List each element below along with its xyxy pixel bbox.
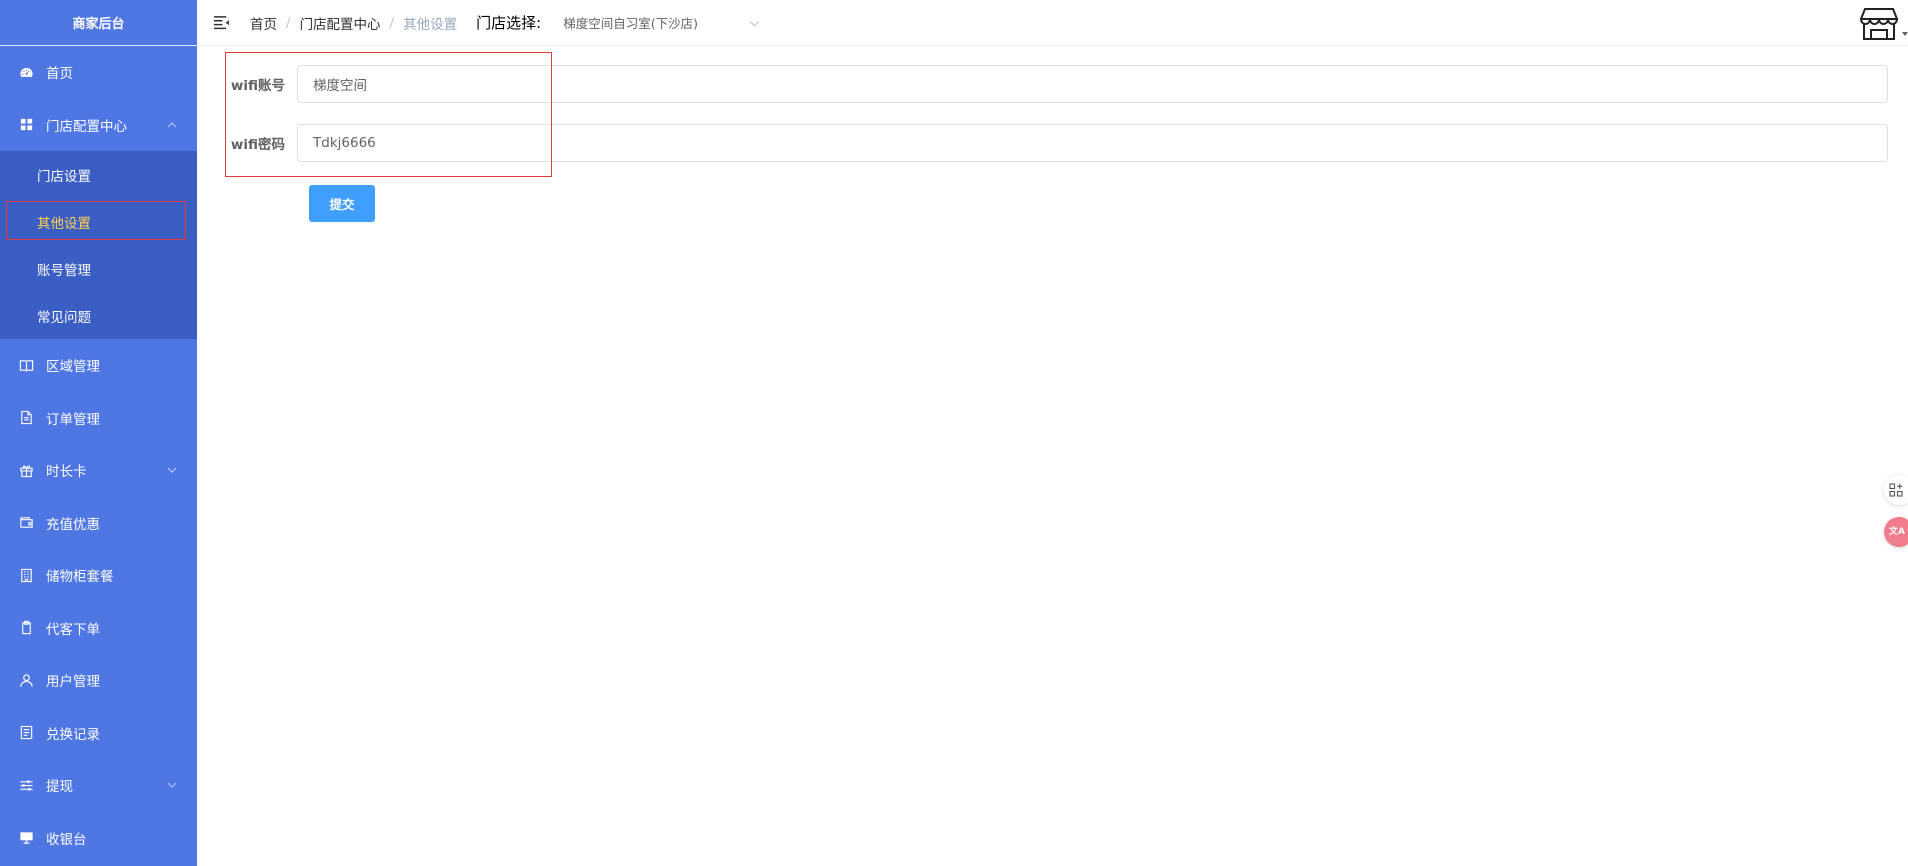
list-icon (18, 725, 34, 741)
form-row-wifi-account: wifi账号 (226, 65, 1888, 103)
menu-toggle-icon[interactable] (213, 14, 231, 32)
store-select[interactable]: 梯度空间自习室(下沙店) (553, 9, 768, 37)
sidebar-item-home[interactable]: 首页 (0, 46, 197, 99)
chevron-down-icon (167, 467, 177, 474)
breadcrumb-home[interactable]: 首页 (250, 13, 277, 33)
store-select-value: 梯度空间自习室(下沙店) (563, 16, 698, 31)
store-avatar-icon[interactable] (1860, 6, 1898, 42)
sidebar-item-label: 代客下单 (46, 621, 100, 638)
sidebar-item-area-management[interactable]: 区域管理 (0, 339, 197, 392)
book-icon (18, 357, 34, 373)
wifi-account-input[interactable] (297, 65, 1888, 103)
sidebar-subitem-store-settings[interactable]: 门店设置 (0, 151, 197, 198)
sidebar-item-user-management[interactable]: 用户管理 (0, 654, 197, 707)
translate-text: 文A (1889, 526, 1905, 537)
grid-icon (18, 117, 34, 133)
sidebar-item-store-config[interactable]: 门店配置中心 (0, 99, 197, 152)
monitor-icon (18, 830, 34, 846)
gift-icon (18, 462, 34, 478)
sidebar-subitem-faq[interactable]: 常见问题 (0, 292, 197, 339)
sidebar-item-label: 收银台 (46, 831, 87, 848)
wifi-password-input[interactable] (297, 124, 1888, 162)
sidebar-item-withdraw[interactable]: 提现 (0, 759, 197, 812)
document-icon (18, 410, 34, 426)
sidebar-item-order-management[interactable]: 订单管理 (0, 392, 197, 445)
sidebar: 商家后台 首页 门店配置中心 门店设置 其他设置 账号管理 常见问题 区域管理 … (0, 0, 197, 866)
wifi-account-label: wifi账号 (230, 78, 285, 94)
wifi-password-label: wifi密码 (230, 137, 285, 153)
store-select-label: 门店选择: (476, 14, 542, 32)
chevron-down-icon (167, 782, 177, 789)
sidebar-item-label: 订单管理 (46, 411, 100, 428)
chevron-down-icon (749, 20, 760, 27)
sidebar-item-label: 区域管理 (46, 359, 100, 376)
sidebar-item-label: 门店配置中心 (46, 118, 127, 135)
sidebar-item-recharge-discount[interactable]: 充值优惠 (0, 497, 197, 550)
sidebar-item-proxy-order[interactable]: 代客下单 (0, 602, 197, 655)
user-icon (18, 672, 34, 688)
sidebar-item-label: 兑换记录 (46, 726, 100, 743)
building-icon (18, 567, 34, 583)
form-row-wifi-password: wifi密码 (226, 124, 1888, 162)
sidebar-item-redeem-records[interactable]: 兑换记录 (0, 707, 197, 760)
clipboard-icon (18, 620, 34, 636)
sidebar-subitem-account-management[interactable]: 账号管理 (0, 245, 197, 292)
sidebar-item-label: 储物柜套餐 (46, 569, 114, 586)
sidebar-item-label: 提现 (46, 779, 73, 796)
sidebar-item-label: 用户管理 (46, 674, 100, 691)
submenu-store-config: 门店设置 其他设置 账号管理 常见问题 (0, 151, 197, 339)
chevron-up-icon (167, 121, 177, 128)
breadcrumb-current: 其他设置 (403, 16, 458, 33)
sidebar-item-label: 充值优惠 (46, 516, 100, 533)
dashboard-icon (18, 64, 34, 80)
top-header: 首页 / 门店配置中心 / 其他设置 门店选择: 梯度空间自习室(下沙店) (197, 0, 1908, 46)
sidebar-subitem-other-settings[interactable]: 其他设置 (0, 198, 197, 245)
sidebar-item-locker-package[interactable]: 储物柜套餐 (0, 549, 197, 602)
sidebar-item-cashier[interactable]: 收银台 (0, 812, 197, 865)
sidebar-item-label: 时长卡 (46, 464, 87, 481)
sidebar-item-label: 首页 (46, 66, 73, 83)
breadcrumb-separator: / (286, 14, 291, 31)
breadcrumb-separator: / (389, 14, 395, 31)
caret-down-icon[interactable] (1902, 32, 1908, 36)
brand-title: 商家后台 (0, 0, 197, 46)
breadcrumb: 首页 / 门店配置中心 / 其他设置 (250, 13, 457, 33)
submit-button[interactable]: 提交 (309, 185, 375, 222)
sidebar-item-time-card[interactable]: 时长卡 (0, 444, 197, 497)
wallet-icon (18, 515, 34, 531)
app-grid-plus-icon[interactable] (1884, 475, 1908, 505)
translate-icon[interactable]: 文A (1884, 517, 1908, 547)
sliders-icon (18, 777, 34, 793)
breadcrumb-store-config[interactable]: 门店配置中心 (300, 13, 381, 33)
